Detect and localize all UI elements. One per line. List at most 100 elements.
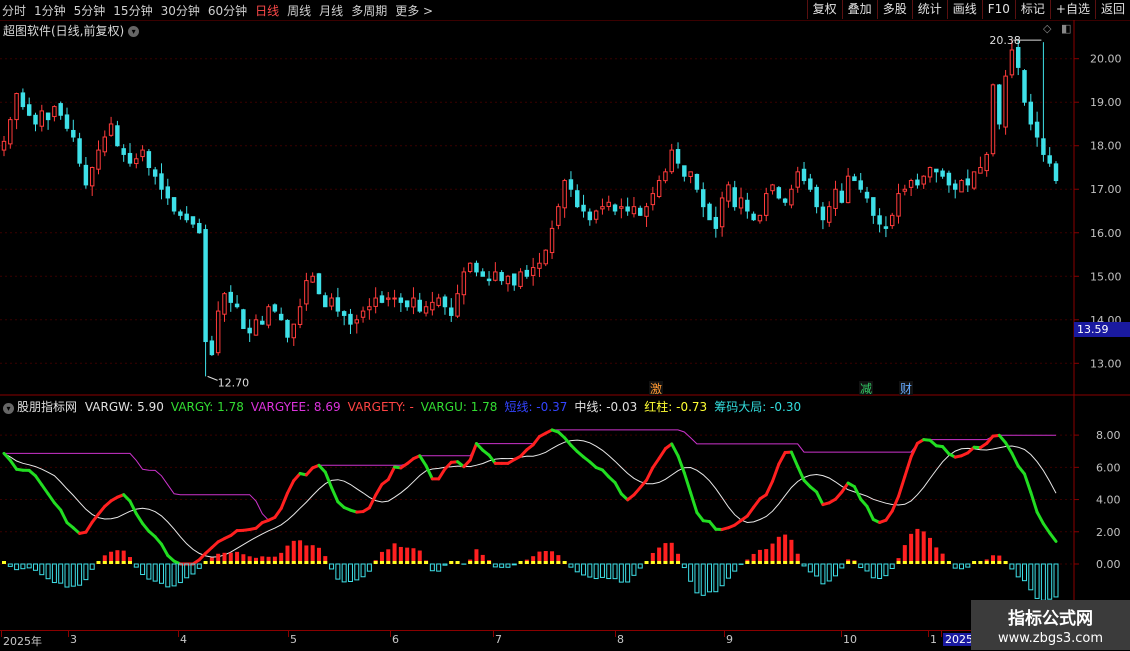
histogram-bar-negative [8,564,12,566]
candle-body [865,192,868,198]
histogram-bar-negative [90,564,94,569]
histogram-bar-positive [915,529,919,564]
candle-body [387,298,390,299]
candle-body [116,126,119,146]
candle-body [821,207,824,220]
histogram-bar-negative [808,564,812,572]
histogram-bar-yellow [456,561,460,564]
candle-body [1010,50,1013,75]
histogram-bar-negative [355,564,359,580]
histogram-bar-negative [178,564,182,583]
candle-body [708,204,711,219]
histogram-bar-negative [594,564,598,579]
candle-body [65,115,68,128]
candle-body [166,187,169,198]
ind-axis-label: 4.00 [1096,494,1121,507]
price-axis-label: 17.00 [1090,183,1122,196]
candle-body [418,300,421,311]
histogram-bar-negative [613,564,617,579]
histogram-bar-yellow [386,561,390,564]
candle-body [645,207,648,217]
histogram-bar-negative [1048,564,1052,599]
candle-body [777,188,780,198]
candle-body [720,198,723,227]
candle-body [746,200,749,211]
indicator-menu-icon[interactable]: ▾ [3,403,14,414]
ind-axis-label: 8.00 [1096,429,1121,442]
histogram-bar-negative [493,564,497,567]
candle-body [443,297,446,307]
histogram-bar-positive [789,540,793,564]
candle-body [506,276,509,283]
histogram-bar-yellow [997,561,1001,564]
histogram-bar-yellow [657,561,661,564]
date-label-6: 8 [617,633,624,646]
histogram-bar-yellow [103,561,107,564]
candle-body [46,113,49,120]
histogram-bar-negative [159,564,163,583]
histogram-bar-negative [147,564,151,579]
histogram-bar-negative [884,564,888,576]
histogram-bar-yellow [550,561,554,564]
date-tick [841,631,842,637]
chart-canvas[interactable]: 20.0019.0018.0017.0016.0015.0014.0013.00… [0,0,1130,650]
histogram-bar-yellow [248,561,252,564]
histogram-bar-negative [626,564,630,582]
candle-body [198,223,201,232]
low-label: 12.70 [218,376,250,389]
candle-body [966,179,969,185]
histogram-bar-yellow [260,561,264,564]
date-label-4: 6 [392,633,399,646]
indicator-value-1: VARGY: 1.78 [171,400,244,414]
candle-body [607,202,610,206]
histogram-bar-negative [500,564,504,567]
histogram-bar-yellow [311,561,315,564]
histogram-bar-yellow [405,561,409,564]
histogram-bar-yellow [985,561,989,564]
candle-body [903,189,906,191]
candle-body [229,292,232,302]
histogram-bar-yellow [298,561,302,564]
candle-body [733,188,736,207]
histogram-bar-yellow [424,561,428,564]
histogram-bar-negative [197,564,201,568]
histogram-bar-yellow [903,561,907,564]
oscillator-rising [388,467,394,480]
candle-body [972,172,975,188]
candle-body [859,181,862,189]
histogram-bar-yellow [115,561,119,564]
price-axis-label: 13.00 [1090,357,1122,370]
histogram-bar-negative [815,564,819,576]
candle-body [1042,139,1045,155]
candle-body [90,167,93,185]
histogram-bar-yellow [399,561,403,564]
oscillator-rising [892,496,898,511]
date-tick [178,631,179,637]
candle-body [639,208,642,215]
oscillator-falling [325,472,331,488]
histogram-bar-negative [330,564,334,569]
histogram-bar-negative [512,564,516,565]
histogram-bar-yellow [663,561,667,564]
histogram-bar-yellow [279,561,283,564]
candle-body [34,115,37,124]
candle-body [550,228,553,252]
watermark: 指标公式网 www.zbgs3.com [971,600,1130,650]
candle-body [1035,122,1038,137]
histogram-bar-negative [361,564,365,577]
candle-body [538,263,541,268]
oscillator-rising [905,457,911,477]
histogram-bar-negative [701,564,705,595]
candle-body [935,169,938,172]
oscillator-rising [653,458,659,467]
histogram-bar-positive [771,544,775,564]
candle-body [985,154,988,170]
candle-body [324,296,327,307]
candle-body [878,216,881,224]
candle-body [563,181,566,208]
candle-body [916,180,919,185]
candle-body [809,179,812,189]
oscillator-falling [615,483,621,494]
histogram-bar-yellow [789,561,793,564]
histogram-bar-yellow [235,561,239,564]
